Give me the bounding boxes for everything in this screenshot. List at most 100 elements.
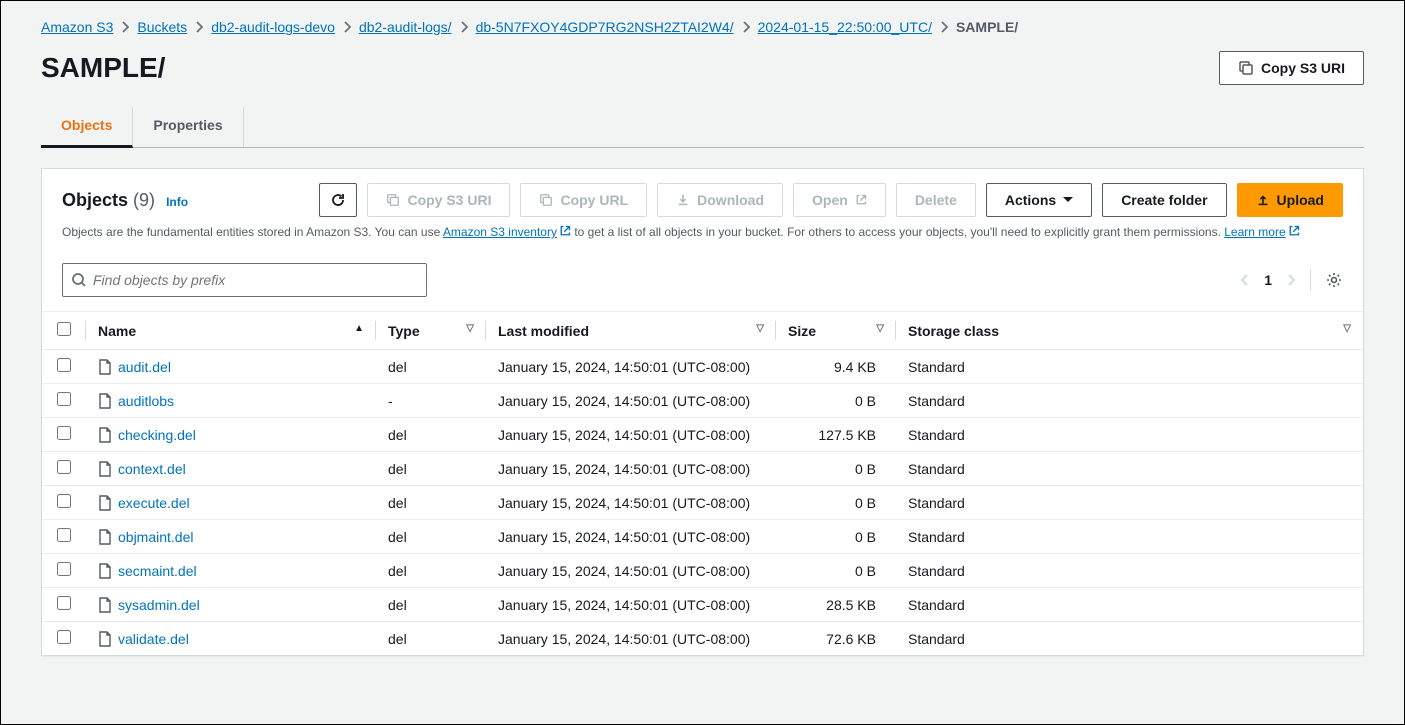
object-name-link[interactable]: auditlobs <box>118 393 174 409</box>
desc-text: to get a list of all objects in your buc… <box>571 225 1224 239</box>
copy-s3-uri-button[interactable]: Copy S3 URI <box>1219 51 1364 85</box>
copy-url-button[interactable]: Copy URL <box>520 183 647 217</box>
object-storage-class: Standard <box>896 588 1363 622</box>
object-storage-class: Standard <box>896 384 1363 418</box>
upload-icon <box>1256 193 1270 207</box>
chevron-down-icon <box>1063 195 1073 205</box>
refresh-button[interactable] <box>319 183 357 217</box>
search-box[interactable] <box>62 263 427 297</box>
tab-objects[interactable]: Objects <box>41 107 133 148</box>
row-checkbox[interactable] <box>57 426 71 440</box>
table-row: context.deldelJanuary 15, 2024, 14:50:01… <box>42 452 1363 486</box>
object-name-link[interactable]: validate.del <box>118 631 189 647</box>
create-folder-label: Create folder <box>1121 192 1207 208</box>
next-page-button[interactable] <box>1286 273 1296 287</box>
object-name-link[interactable]: context.del <box>118 461 186 477</box>
breadcrumb-item[interactable]: db2-audit-logs-devo <box>211 19 335 35</box>
object-storage-class: Standard <box>896 520 1363 554</box>
object-size: 0 B <box>776 554 896 588</box>
file-icon <box>98 631 112 647</box>
file-icon <box>98 393 112 409</box>
actions-button[interactable]: Actions <box>986 183 1092 217</box>
column-size[interactable]: Size▽ <box>776 312 896 350</box>
object-size: 0 B <box>776 452 896 486</box>
row-checkbox[interactable] <box>57 562 71 576</box>
actions-label: Actions <box>1005 192 1056 208</box>
inventory-link[interactable]: Amazon S3 inventory <box>443 225 571 239</box>
breadcrumb-item[interactable]: Amazon S3 <box>41 19 113 35</box>
chevron-right-icon <box>460 21 468 33</box>
table-row: auditlobs-January 15, 2024, 14:50:01 (UT… <box>42 384 1363 418</box>
breadcrumb-item[interactable]: Buckets <box>137 19 187 35</box>
row-checkbox[interactable] <box>57 392 71 406</box>
tabs: Objects Properties <box>41 107 1364 148</box>
object-name-link[interactable]: sysadmin.del <box>118 597 200 613</box>
copy-s3-uri-toolbar-label: Copy S3 URI <box>407 192 491 208</box>
column-storage[interactable]: Storage class▽ <box>896 312 1363 350</box>
object-type: del <box>376 588 486 622</box>
chevron-right-icon <box>195 21 203 33</box>
delete-button[interactable]: Delete <box>896 183 976 217</box>
object-storage-class: Standard <box>896 452 1363 486</box>
open-button[interactable]: Open <box>793 183 886 217</box>
divider <box>1310 269 1311 291</box>
table-row: validate.deldelJanuary 15, 2024, 14:50:0… <box>42 622 1363 656</box>
object-name-link[interactable]: objmaint.del <box>118 529 194 545</box>
copy-s3-uri-label: Copy S3 URI <box>1261 60 1345 76</box>
copy-icon <box>386 193 400 207</box>
external-icon <box>855 194 867 206</box>
table-row: secmaint.deldelJanuary 15, 2024, 14:50:0… <box>42 554 1363 588</box>
object-type: del <box>376 486 486 520</box>
row-checkbox[interactable] <box>57 358 71 372</box>
copy-s3-uri-toolbar-button[interactable]: Copy S3 URI <box>367 183 510 217</box>
breadcrumb-item[interactable]: 2024-01-15_22:50:00_UTC/ <box>758 19 932 35</box>
object-modified: January 15, 2024, 14:50:01 (UTC-08:00) <box>486 486 776 520</box>
prev-page-button[interactable] <box>1240 273 1250 287</box>
object-type: del <box>376 554 486 588</box>
object-storage-class: Standard <box>896 418 1363 452</box>
desc-text: Objects are the fundamental entities sto… <box>62 225 443 239</box>
upload-label: Upload <box>1277 192 1324 208</box>
upload-button[interactable]: Upload <box>1237 183 1343 217</box>
object-size: 0 B <box>776 520 896 554</box>
table-row: execute.del delJanuary 15, 2024, 14:50:01… <box>42 486 1363 520</box>
settings-button[interactable] <box>1325 271 1343 289</box>
table-row: checking.deldelJanuary 15, 2024, 14:50:0… <box>42 418 1363 452</box>
row-checkbox[interactable] <box>57 494 71 508</box>
object-storage-class: Standard <box>896 554 1363 588</box>
create-folder-button[interactable]: Create folder <box>1102 183 1226 217</box>
column-name[interactable]: Name▲ <box>86 312 376 350</box>
learn-more-link[interactable]: Learn more <box>1224 225 1299 239</box>
page-number: 1 <box>1264 272 1272 288</box>
breadcrumb-item[interactable]: db-5N7FXOY4GDP7RG2NSH2ZTAI2W4/ <box>476 19 734 35</box>
column-type[interactable]: Type▽ <box>376 312 486 350</box>
tab-properties[interactable]: Properties <box>133 107 243 147</box>
chevron-right-icon <box>121 21 129 33</box>
file-icon <box>98 495 112 511</box>
object-storage-class: Standard <box>896 622 1363 656</box>
breadcrumb-item[interactable]: db2-audit-logs/ <box>359 19 452 35</box>
info-link[interactable]: Info <box>166 195 188 209</box>
search-input[interactable] <box>87 272 418 288</box>
object-name-link[interactable]: secmaint.del <box>118 563 197 579</box>
object-type: del <box>376 418 486 452</box>
objects-panel: Objects (9) Info Copy <box>41 168 1364 656</box>
row-checkbox[interactable] <box>57 596 71 610</box>
file-icon <box>98 529 112 545</box>
object-name-link[interactable]: execute.del <box>118 495 190 511</box>
file-icon <box>98 563 112 579</box>
panel-title: Objects <box>62 190 128 210</box>
row-checkbox[interactable] <box>57 460 71 474</box>
object-storage-class: Standard <box>896 486 1363 520</box>
row-checkbox[interactable] <box>57 528 71 542</box>
object-type: - <box>376 384 486 418</box>
select-all-checkbox[interactable] <box>57 322 71 336</box>
column-modified[interactable]: Last modified▽ <box>486 312 776 350</box>
download-button[interactable]: Download <box>657 183 783 217</box>
row-checkbox[interactable] <box>57 630 71 644</box>
object-size: 9.4 KB <box>776 350 896 384</box>
object-modified: January 15, 2024, 14:50:01 (UTC-08:00) <box>486 588 776 622</box>
object-name-link[interactable]: audit.del <box>118 359 171 375</box>
object-name-link[interactable]: checking.del <box>118 427 196 443</box>
object-type: del <box>376 622 486 656</box>
